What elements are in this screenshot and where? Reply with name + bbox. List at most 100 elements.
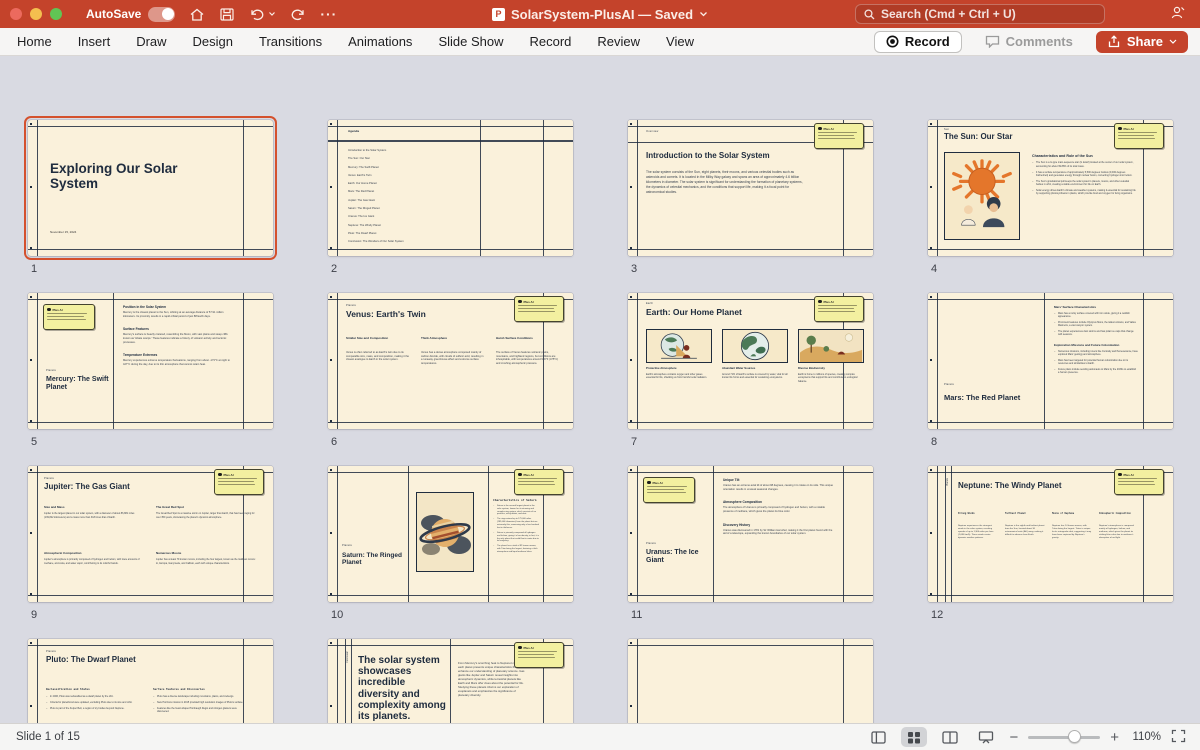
slide-kicker: Planets <box>46 650 56 653</box>
section-heading: Position in the Solar System <box>123 305 235 309</box>
slide-5-preview: Plus AIPlanetsMercury: The Swift PlanetP… <box>28 293 273 429</box>
undo-chevron-icon[interactable] <box>268 11 276 17</box>
slide-thumbnail-8[interactable]: PlanetsMars: The Red PlanetMars' Surface… <box>928 293 1173 448</box>
cell-body: Jupiter is the largest planet in our sol… <box>44 512 144 519</box>
slide-thumbnail-9[interactable]: Plus AIPlanetsJupiter: The Gas GiantSize… <box>28 466 273 621</box>
plusai-note: Plus AI <box>514 296 564 322</box>
sections-column: Unique TiltUranus has an extreme axial t… <box>723 478 835 545</box>
slide-thumbnail-1[interactable]: Exploring Our Solar SystemNovember 15, 2… <box>28 120 273 275</box>
agenda-item: Pluto: The Dwarf Planet <box>348 232 468 236</box>
slideshow-view-button[interactable] <box>973 727 999 747</box>
plusai-logo-icon <box>818 300 822 304</box>
slide-kicker: Conclusion <box>346 651 349 663</box>
zoom-button[interactable] <box>50 8 62 20</box>
close-button[interactable] <box>10 8 22 20</box>
ribbon-tab-transitions[interactable]: Transitions <box>246 28 335 55</box>
bullet-item: New Horizons mission in 2015 provided hi… <box>153 701 245 704</box>
slide-thumbnail-14[interactable]: Conclusion Plus AI The solar system showca… <box>328 639 573 723</box>
ribbon-tab-animations[interactable]: Animations <box>335 28 425 55</box>
ribbon-tab-view[interactable]: View <box>653 28 707 55</box>
slide-thumbnail-3[interactable]: OverviewPlus AIIntroduction to the Solar… <box>628 120 873 275</box>
ribbon-tab-slide-show[interactable]: Slide Show <box>425 28 516 55</box>
slide-thumbnail-13[interactable]: PlanetsPluto: The Dwarf PlanetReclassifi… <box>28 639 273 723</box>
plusai-label: Plus AI <box>824 300 834 304</box>
document-title: SolarSystem-PlusAI — Saved <box>511 7 693 22</box>
reading-view-button[interactable] <box>937 727 963 747</box>
zoom-in-button[interactable]: + <box>1110 730 1119 745</box>
grid-cell: The Great Red SpotThe Great Red Spot is … <box>156 506 256 519</box>
cell-heading: Numerous Moons <box>156 552 256 556</box>
plusai-logo-icon <box>1118 127 1122 131</box>
slide-thumbnail-15[interactable]: Thank you15 <box>628 639 873 723</box>
save-icon[interactable] <box>219 7 235 22</box>
card-body: Around 71% of Earth's surface is covered… <box>722 373 788 380</box>
plusai-note: Plus AI <box>1114 123 1164 149</box>
ribbon-tab-insert[interactable]: Insert <box>65 28 124 55</box>
ribbon-tab-design[interactable]: Design <box>180 28 246 55</box>
fit-to-window-icon[interactable] <box>1171 729 1186 746</box>
slide-statement: The solar system showcases incredible di… <box>358 655 446 722</box>
share-button[interactable]: Share <box>1096 31 1188 53</box>
bullet-item: The Sun is a G-type main-sequence star (… <box>1032 161 1136 167</box>
zoom-slider[interactable] <box>1028 736 1100 739</box>
ribbon-tab-record[interactable]: Record <box>516 28 584 55</box>
plusai-note: Plus AI <box>214 469 264 495</box>
comments-button[interactable]: Comments <box>974 31 1084 53</box>
card-body: Earth is home to millions of species, cr… <box>798 373 864 383</box>
grid-cell: Atmospheric CompositionJupiter's atmosph… <box>44 552 144 565</box>
slide-2-preview: AgendaIntroduction to the Solar SystemTh… <box>328 120 573 256</box>
slide-thumbnail-11[interactable]: Plus AIPlanetsUranus: The Ice GiantUniqu… <box>628 466 873 621</box>
plusai-logo-icon <box>818 127 822 131</box>
slide-12-preview: PlanetsPlus AINeptune: The Windy PlanetS… <box>928 466 1173 602</box>
slide-thumbnail-10[interactable]: Plus AIPlanetsSaturn: The Ringed Planet … <box>328 466 573 621</box>
slide-thumbnail-12[interactable]: PlanetsPlus AINeptune: The Windy PlanetS… <box>928 466 1173 621</box>
slide-position-label: Slide 1 of 15 <box>16 731 80 743</box>
more-icon[interactable]: ··· <box>320 6 337 22</box>
plusai-logo-icon <box>218 473 222 477</box>
bullet-item: Features like the heart-shaped Tombaugh … <box>153 707 245 713</box>
section-heading: Surface Features <box>123 327 235 331</box>
agenda-item: Jupiter: The Gas Giant <box>348 199 468 203</box>
normal-view-button[interactable] <box>865 727 891 747</box>
titlebar: AutoSave ··· P SolarSystem-PlusAI — Save… <box>0 0 1200 28</box>
slide-thumbnail-2[interactable]: AgendaIntroduction to the Solar SystemTh… <box>328 120 573 275</box>
slide-thumbnail-5[interactable]: Plus AIPlanetsMercury: The Swift PlanetP… <box>28 293 273 448</box>
section-body: Mercury is the closest planet to the Sun… <box>123 311 235 318</box>
autosave-toggle[interactable] <box>148 7 175 22</box>
plusai-label: Plus AI <box>824 127 834 131</box>
plusai-note: Plus AI <box>514 469 564 495</box>
redo-icon[interactable] <box>290 7 306 22</box>
comments-icon <box>985 35 1000 48</box>
slide-thumbnail-6[interactable]: Plus AIPlanetsVenus: Earth's TwinSimilar… <box>328 293 573 448</box>
slide-thumbnail-4[interactable]: SunPlus AIThe Sun: Our Star Characterist… <box>928 120 1173 275</box>
slide-thumbnail-7[interactable]: Plus AIEarthEarth: Our Home PlanetProtec… <box>628 293 873 448</box>
plusai-logo-icon <box>647 481 651 485</box>
slide-6-preview: Plus AIPlanetsVenus: Earth's TwinSimilar… <box>328 293 573 429</box>
undo-icon[interactable] <box>249 7 265 22</box>
ribbon-tab-review[interactable]: Review <box>584 28 653 55</box>
home-icon[interactable] <box>189 7 205 22</box>
ribbon-tab-home[interactable]: Home <box>4 28 65 55</box>
share-icon <box>1107 35 1121 48</box>
globe-illustration <box>723 330 787 362</box>
share-chevron-icon <box>1169 39 1177 44</box>
slide-1-preview: Exploring Our Solar SystemNovember 15, 2… <box>28 120 273 256</box>
plusai-label: Plus AI <box>524 646 534 650</box>
slide-sorter-view-button[interactable] <box>901 727 927 747</box>
agenda-item: Earth: Our Home Planet <box>348 182 468 186</box>
search-input[interactable]: Search (Cmd + Ctrl + U) <box>855 4 1105 24</box>
record-label: Record <box>905 34 950 49</box>
bullet-item: The planet has a total of 82 known moons… <box>493 545 539 553</box>
record-button[interactable]: Record <box>874 31 962 53</box>
zoom-out-button[interactable]: − <box>1009 730 1018 745</box>
slide-kicker: Planets <box>46 369 56 372</box>
sections-column: Position in the Solar System Mercury is t… <box>123 305 235 375</box>
ribbon-tab-draw[interactable]: Draw <box>123 28 179 55</box>
card-caption: Protective AtmosphereEarth's atmosphere … <box>646 367 712 380</box>
bullet-item: Solar energy drives Earth's climate and … <box>1032 189 1136 195</box>
zoom-slider-knob[interactable] <box>1068 730 1081 743</box>
title-chevron-icon[interactable] <box>699 11 708 17</box>
minimize-button[interactable] <box>30 8 42 20</box>
account-icon[interactable] <box>1169 4 1186 26</box>
slide-number: 7 <box>628 436 873 448</box>
